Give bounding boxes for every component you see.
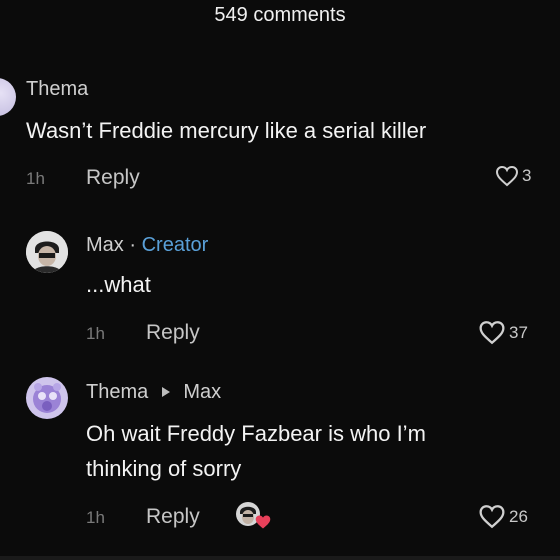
heart-outline-icon [479, 321, 505, 345]
comment-text: Wasn’t Freddie mercury like a serial kil… [26, 118, 427, 143]
like-count: 26 [509, 506, 528, 526]
comment-time: 1h [86, 324, 105, 343]
like-button[interactable]: 37 [478, 320, 528, 345]
comment-author-line: Thema Max [86, 381, 221, 404]
creator-liked-indicator [234, 500, 274, 532]
separator: · [129, 234, 137, 256]
comments-count-header: 549 comments [214, 4, 346, 26]
reply-to-author[interactable]: Max [183, 381, 221, 403]
comment-author-line: Max · Creator [86, 234, 208, 257]
comment-time: 1h [86, 508, 105, 527]
comment-time: 1h [26, 169, 45, 188]
creator-badge: Creator [141, 234, 209, 256]
comment-text-line-1: Oh wait Freddy Fazbear is who I’m [86, 421, 426, 446]
like-count: 37 [509, 322, 528, 342]
like-count: 3 [522, 166, 532, 185]
heart-outline-icon [479, 505, 505, 529]
comment-text-line-2: thinking of sorry [86, 456, 242, 481]
avatar[interactable] [0, 78, 16, 116]
reply-button[interactable]: Reply [146, 321, 200, 345]
comment-author[interactable]: Thema [86, 381, 148, 403]
reply-button[interactable]: Reply [86, 166, 140, 190]
like-button[interactable]: 3 [495, 165, 531, 187]
comment-text: ...what [86, 272, 151, 297]
avatar-image [26, 377, 68, 419]
like-button[interactable]: 26 [478, 504, 528, 529]
bottom-edge [0, 556, 560, 560]
comment-author[interactable]: Max [86, 234, 124, 256]
comment-author[interactable]: Thema [26, 78, 88, 101]
avatar[interactable] [26, 377, 68, 419]
creator-liked-heart-icon [255, 515, 271, 529]
avatar[interactable] [26, 231, 68, 273]
avatar-image [26, 231, 68, 273]
reply-arrow-icon [161, 386, 170, 397]
reply-button[interactable]: Reply [146, 505, 200, 529]
heart-outline-icon [495, 165, 519, 187]
